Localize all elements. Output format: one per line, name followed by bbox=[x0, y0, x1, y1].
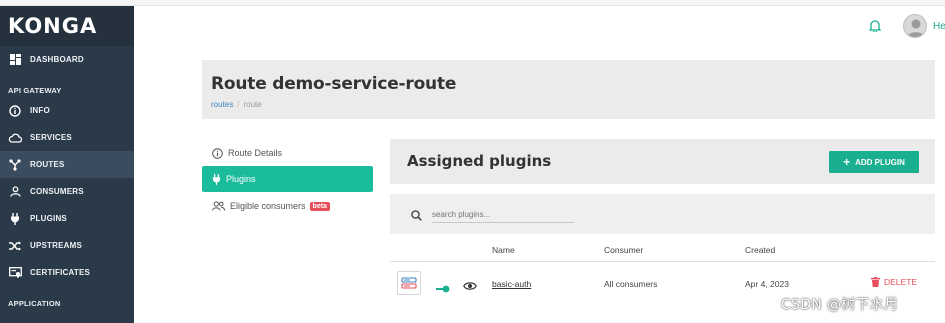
search-icon bbox=[411, 208, 422, 226]
section-application: APPLICATION bbox=[8, 299, 61, 308]
column-header-consumer: Consumer bbox=[604, 245, 644, 255]
plugin-name-link[interactable]: basic-auth bbox=[492, 279, 531, 289]
info-icon bbox=[8, 104, 22, 118]
cloud-icon bbox=[8, 131, 22, 145]
tab-eligible-consumers[interactable]: Eligible consumers beta bbox=[202, 193, 373, 219]
plugin-consumer: All consumers bbox=[604, 279, 658, 289]
dashboard-icon bbox=[8, 53, 22, 67]
info-circle-icon bbox=[212, 147, 223, 159]
page-header: Route demo-service-route routes / route bbox=[202, 60, 935, 119]
delete-label: DELETE bbox=[884, 277, 918, 287]
plug-icon bbox=[212, 173, 221, 185]
tab-label: Plugins bbox=[226, 174, 256, 184]
sidebar-item-routes[interactable]: ROUTES bbox=[0, 151, 134, 178]
sidebar-item-label: DASHBOARD bbox=[30, 55, 84, 64]
sidebar-item-info[interactable]: INFO bbox=[0, 97, 134, 124]
tab-label: Route Details bbox=[228, 148, 283, 158]
plug-icon bbox=[8, 212, 22, 226]
page-title: Route demo-service-route bbox=[211, 74, 457, 94]
search-plugins-input[interactable] bbox=[432, 206, 574, 223]
delete-button[interactable]: DELETE bbox=[871, 277, 917, 287]
sidebar-item-label: SERVICES bbox=[30, 133, 72, 142]
add-plugin-label: ADD PLUGIN bbox=[855, 157, 905, 167]
top-bar bbox=[134, 6, 945, 46]
breadcrumb-routes-link[interactable]: routes bbox=[211, 100, 233, 109]
trash-icon bbox=[871, 277, 880, 287]
sidebar-item-plugins[interactable]: PLUGINS bbox=[0, 205, 134, 232]
plus-icon: + bbox=[843, 155, 851, 169]
basic-auth-plugin-icon bbox=[397, 271, 421, 295]
watermark: CSDN @树下水月 bbox=[781, 297, 899, 313]
shuffle-icon bbox=[8, 239, 22, 253]
app-logo[interactable]: KONGA bbox=[0, 6, 134, 46]
sidebar-item-label: ROUTES bbox=[30, 160, 65, 169]
breadcrumb-current: route bbox=[243, 100, 262, 109]
sidebar-item-label: UPSTREAMS bbox=[30, 241, 83, 250]
sidebar: KONGA DASHBOARD API GATEWAY INFO SERVICE… bbox=[0, 6, 134, 323]
section-api-gateway: API GATEWAY bbox=[8, 86, 62, 95]
users-icon bbox=[212, 201, 225, 211]
column-header-name: Name bbox=[492, 245, 515, 255]
tab-plugins[interactable]: Plugins bbox=[202, 166, 373, 192]
sidebar-item-label: PLUGINS bbox=[30, 214, 67, 223]
certificate-icon bbox=[8, 266, 22, 280]
sidebar-item-label: CERTIFICATES bbox=[30, 268, 91, 277]
beta-badge: beta bbox=[309, 201, 330, 211]
bell-icon[interactable] bbox=[868, 19, 882, 37]
sidebar-item-upstreams[interactable]: UPSTREAMS bbox=[0, 232, 134, 259]
avatar[interactable] bbox=[903, 14, 927, 38]
sidebar-item-services[interactable]: SERVICES bbox=[0, 124, 134, 151]
search-bar bbox=[390, 194, 935, 234]
column-header-created: Created bbox=[745, 245, 776, 255]
add-plugin-button[interactable]: + ADD PLUGIN bbox=[829, 151, 919, 173]
plugins-panel-header: Assigned plugins + ADD PLUGIN bbox=[390, 139, 935, 184]
plugins-table-header: Name Consumer Created bbox=[390, 238, 935, 262]
breadcrumb: routes / route bbox=[211, 100, 262, 109]
sidebar-item-consumers[interactable]: CONSUMERS bbox=[0, 178, 134, 205]
tab-route-details[interactable]: Route Details bbox=[202, 140, 373, 166]
tab-label: Eligible consumers bbox=[230, 201, 306, 211]
plugin-created-date: Apr 4, 2023 bbox=[745, 279, 789, 289]
sidebar-item-dashboard[interactable]: DASHBOARD bbox=[0, 46, 134, 73]
sidebar-item-label: CONSUMERS bbox=[30, 187, 84, 196]
toggle-enabled-icon[interactable] bbox=[436, 280, 450, 298]
user-name[interactable]: He bbox=[933, 21, 945, 32]
user-icon bbox=[8, 185, 22, 199]
breadcrumb-separator: / bbox=[237, 100, 240, 109]
panel-title: Assigned plugins bbox=[407, 152, 552, 170]
routes-icon bbox=[8, 158, 22, 172]
sidebar-item-label: INFO bbox=[30, 106, 50, 115]
eye-icon[interactable] bbox=[463, 278, 477, 296]
sidebar-item-certificates[interactable]: CERTIFICATES bbox=[0, 259, 134, 286]
